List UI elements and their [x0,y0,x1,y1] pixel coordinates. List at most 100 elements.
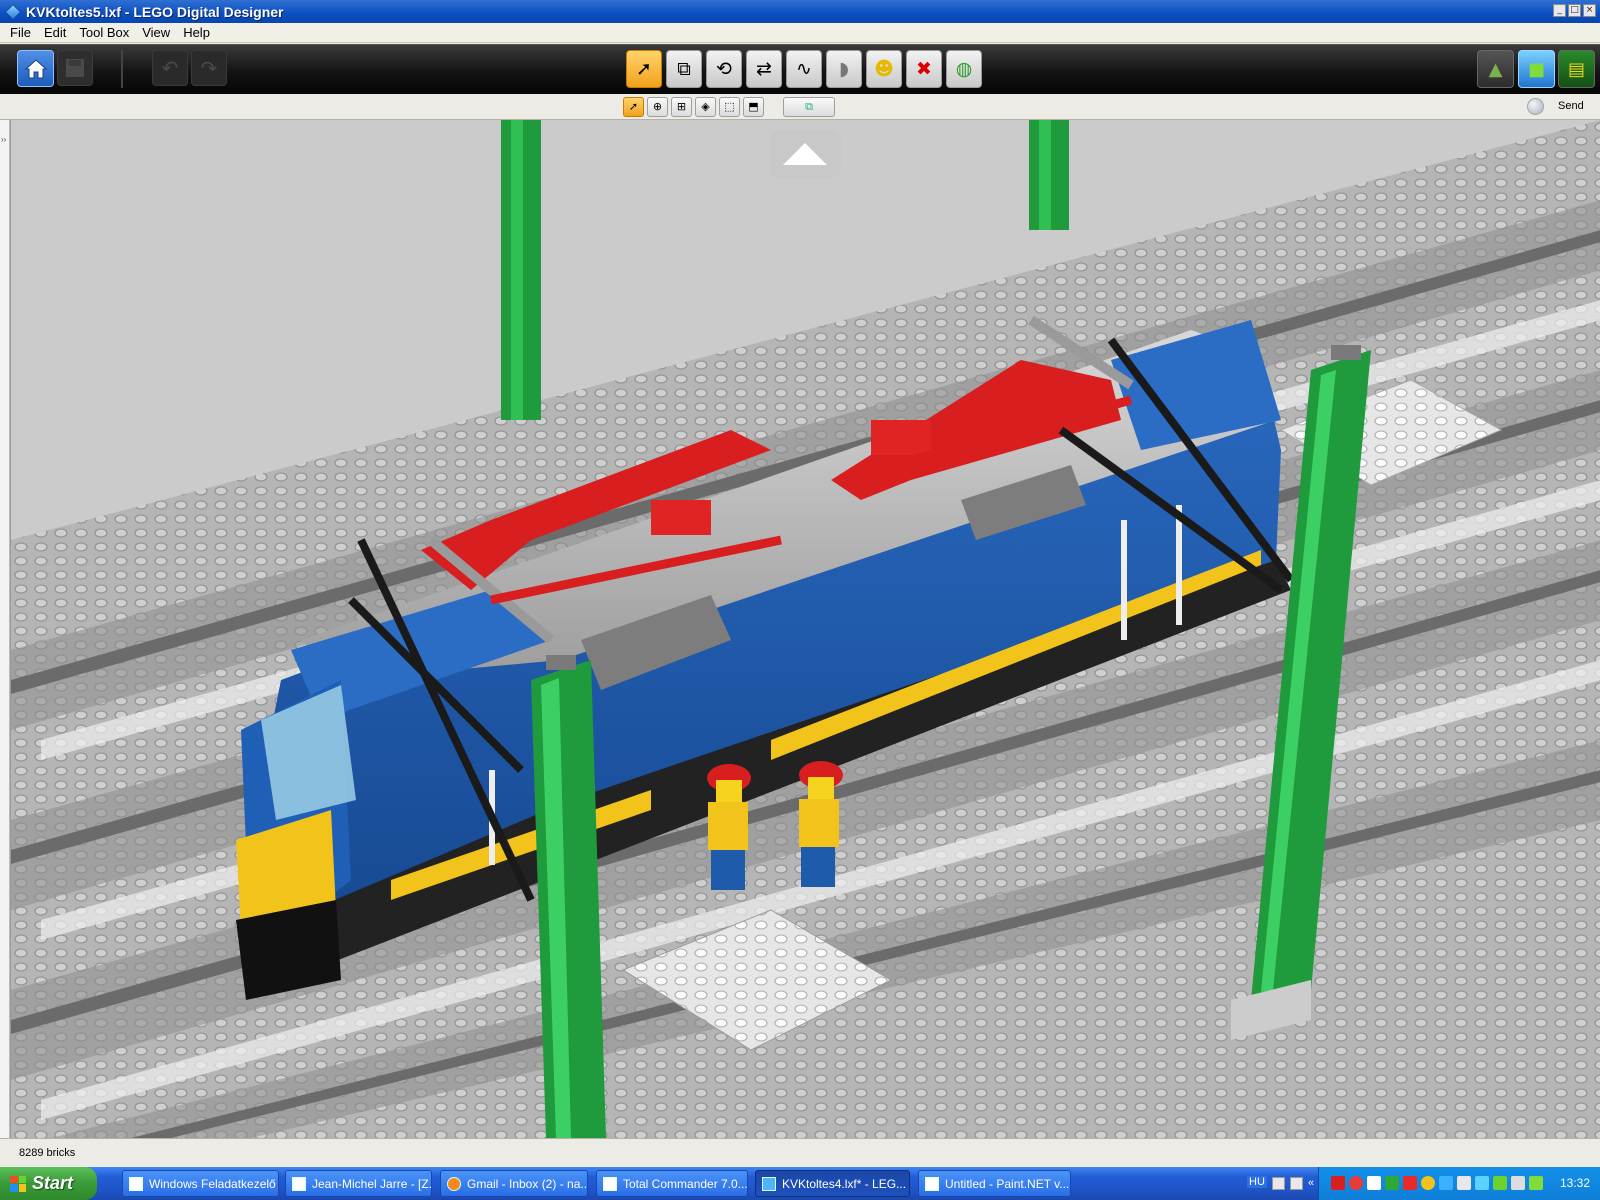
redo-icon: ↷ [200,56,218,80]
hinge-tool-button[interactable]: ⟲ [706,50,742,88]
send-label[interactable]: Send [1558,100,1584,112]
delete-tool-button[interactable]: ✖ [906,50,942,88]
flex-tool-icon: ∿ [796,58,812,80]
task-label: Gmail - Inbox (2) - na... [467,1176,588,1191]
menu-help[interactable]: Help [183,25,210,40]
task-paint-net[interactable]: Untitled - Paint.NET v... [918,1170,1071,1197]
start-label: Start [32,1173,74,1193]
floppy-icon [603,1176,617,1191]
undo-icon: ↶ [161,56,179,80]
clipboard-icon[interactable] [1367,1176,1381,1190]
close-button[interactable]: × [1583,4,1596,17]
power-icon[interactable] [1529,1176,1543,1190]
monitor-icon[interactable] [1385,1176,1399,1190]
paint-tool-button[interactable]: ◗ [826,50,862,88]
single-select-button[interactable]: ➚ [623,97,644,117]
flex-tool-button[interactable]: ∿ [786,50,822,88]
view-mode-button[interactable]: ■ [1518,50,1555,88]
building-guide-icon: ▤ [1567,58,1585,80]
task-total-commander[interactable]: Total Commander 7.0... [596,1170,748,1197]
hinge-align-tool-button[interactable]: ⇄ [746,50,782,88]
keyboard-icon[interactable] [1272,1177,1285,1190]
select-tool-icon: ➚ [636,58,652,80]
camera-pan-up-button[interactable] [769,130,841,178]
task-label: KVKtoltes4.lxf* - LEG... [782,1176,907,1191]
tool-options-bar: ➚ ⊕ ⊞ ◈ ⬚ ⬒ ⧉ Send [0,94,1600,120]
window-controls: _ □ × [1553,4,1596,17]
minifig-head-icon: ☻ [874,58,894,80]
clock[interactable]: 13:32 [1560,1176,1590,1190]
minimize-button[interactable]: _ [1553,4,1566,17]
select-same-shape-button[interactable]: ◈ [695,97,716,117]
building-guide-button[interactable]: ▤ [1558,50,1595,88]
undo-button[interactable]: ↶ [152,50,188,86]
update-icon[interactable] [1421,1176,1435,1190]
delete-icon: ✖ [916,58,932,80]
select-tool-button[interactable]: ➚ [626,50,662,88]
side-panel-toggle[interactable]: ›› [0,120,10,1138]
task-lego-designer[interactable]: KVKtoltes4.lxf* - LEG... [755,1170,910,1197]
window-title: KVKtoltes5.lxf - LEGO Digital Designer [26,3,284,20]
language-indicator[interactable]: HU [1247,1176,1267,1188]
status-bar: 8289 bricks [0,1138,1600,1167]
select-connected-button[interactable]: ⬚ [719,97,740,117]
menu-view[interactable]: View [142,25,170,40]
task-task-manager[interactable]: Windows Feladatkezelő [122,1170,279,1197]
ati-icon[interactable] [1331,1176,1345,1190]
bluetooth-icon[interactable] [1475,1176,1489,1190]
decoration-tool-button[interactable]: ☻ [866,50,902,88]
opera-icon[interactable] [1349,1176,1363,1190]
lego-app-icon [5,3,21,20]
expand-arrows-icon: ›› [1,135,7,144]
media-player-icon [292,1176,306,1191]
save-icon [66,59,84,77]
send-icon[interactable] [1527,98,1544,115]
redo-button[interactable]: ↷ [191,50,227,86]
hinge-align-tool-icon: ⇄ [756,58,772,80]
arrow-icon[interactable] [1403,1176,1417,1190]
save-button[interactable] [57,50,93,86]
minifig-worker-left[interactable] [707,764,751,890]
title-bar[interactable]: KVKtoltes5.lxf - LEGO Digital Designer _… [0,0,1600,23]
volume-icon[interactable] [1457,1176,1471,1190]
task-media-player[interactable]: Jean-Michel Jarre - [Z... [285,1170,432,1197]
menu-toolbox[interactable]: Tool Box [79,25,129,40]
paint-net-icon [925,1176,939,1191]
multi-select-button[interactable]: ⊕ [647,97,668,117]
windows-taskbar: Start Windows Feladatkezelő Jean-Michel … [0,1167,1600,1200]
catenary-pole-back-right [1029,120,1069,230]
menu-edit[interactable]: Edit [44,25,66,40]
task-label: Jean-Michel Jarre - [Z... [312,1176,432,1191]
help-icon[interactable] [1290,1177,1303,1190]
hide-tool-button[interactable]: ◍ [946,50,982,88]
network-icon[interactable] [1439,1176,1453,1190]
home-icon [24,58,47,78]
safely-remove-icon[interactable] [1511,1176,1525,1190]
chevron-up-icon [783,143,827,165]
task-label: Windows Feladatkezelő [149,1176,276,1191]
build-mode-icon: ▲ [1488,58,1503,80]
hinge-tool-icon: ⟲ [716,58,732,80]
toolbar-separator [121,50,123,88]
antivirus-icon[interactable] [1493,1176,1507,1190]
task-firefox-gmail[interactable]: Gmail - Inbox (2) - na... [440,1170,588,1197]
windows-flag-icon [10,1175,26,1192]
menu-file[interactable]: File [10,25,31,40]
firefox-icon [447,1176,461,1191]
task-label: Total Commander 7.0... [623,1176,748,1191]
brick-count: 8289 bricks [19,1147,76,1159]
lego-scene[interactable] [11,120,1600,1138]
home-button[interactable] [17,50,54,87]
select-same-color-button[interactable]: ⊞ [671,97,692,117]
group-selection-button[interactable]: ⧉ [783,97,835,117]
clone-tool-button[interactable]: ⧉ [666,50,702,88]
restore-button[interactable]: □ [1568,4,1581,17]
3d-viewport[interactable] [10,120,1600,1138]
start-button[interactable]: Start [0,1167,97,1200]
menu-bar: File Edit Tool Box View Help [0,23,1600,43]
lego-designer-icon [762,1176,776,1191]
build-mode-button[interactable]: ▲ [1477,50,1514,88]
invert-selection-button[interactable]: ⬒ [743,97,764,117]
task-label: Untitled - Paint.NET v... [945,1176,1070,1191]
system-tray: 13:32 [1318,1167,1600,1200]
